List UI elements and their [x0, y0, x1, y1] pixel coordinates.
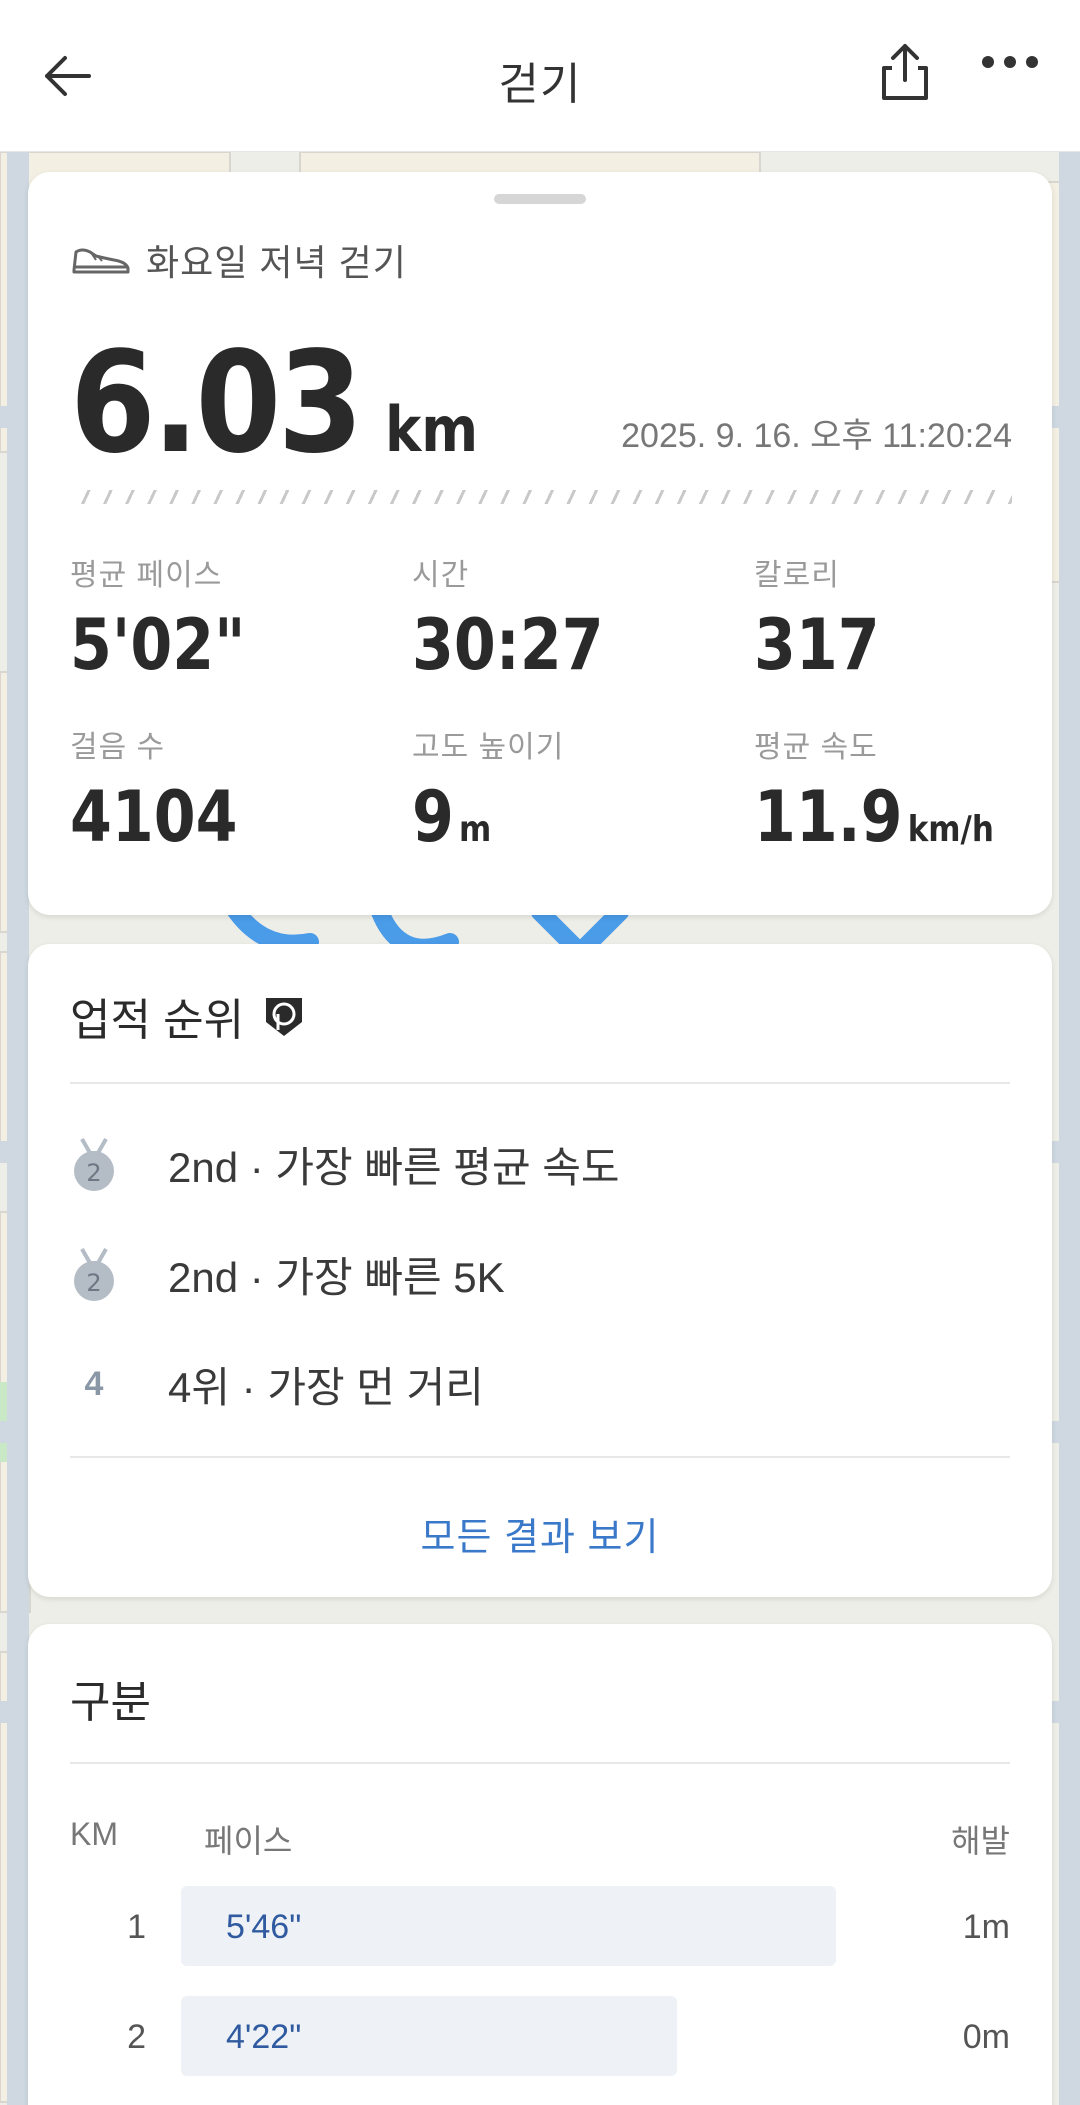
- svg-text:2: 2: [86, 1269, 101, 1297]
- stat-value: 30:27: [412, 604, 604, 686]
- divider: [70, 1082, 1010, 1084]
- more-options-icon[interactable]: [980, 52, 1040, 100]
- split-elevation: 1m: [962, 1908, 1010, 1946]
- hatch-divider: [72, 490, 1012, 504]
- splits-title: 구분: [70, 1678, 151, 1727]
- drag-handle[interactable]: [494, 194, 586, 204]
- split-elevation: 0m: [962, 2018, 1010, 2056]
- stat-value: 9m: [412, 776, 492, 858]
- split-pace: 4'22": [226, 2018, 302, 2056]
- achievement-item[interactable]: 4 4위 · 가장 먼 거리: [70, 1354, 484, 1415]
- stat-avg-pace: 평균 페이스 5'02": [70, 550, 274, 686]
- achievements-title: 업적 순위: [70, 984, 304, 1048]
- achievement-text: 2nd · 가장 빠른 5K: [168, 1254, 505, 1301]
- stat-value: 5'02": [70, 604, 246, 686]
- achievements-card: 업적 순위 2 2nd · 가장 빠른 평균 속도 2 2nd · 가장 빠른 …: [28, 944, 1052, 1597]
- achievement-text: 4위 · 가장 먼 거리: [168, 1364, 484, 1411]
- split-pace: 5'46": [226, 1908, 302, 1946]
- distance-unit: km: [385, 393, 479, 466]
- stat-avg-speed: 평균 속도 11.9 km/h: [754, 722, 1033, 858]
- split-row: 2 4'22" 0m: [28, 1996, 1052, 2080]
- app-bar: 걷기: [0, 0, 1080, 152]
- split-km: 2: [127, 2018, 146, 2056]
- achievement-item[interactable]: 2 2nd · 가장 빠른 5K: [70, 1244, 505, 1305]
- distance-value: 6.03: [70, 322, 363, 485]
- shoe-icon: [72, 248, 130, 274]
- share-icon[interactable]: [880, 42, 940, 108]
- splits-card: 구분 KM 페이스 해발 1 5'46" 1m 2 4'22" 0m: [28, 1624, 1052, 2105]
- stat-value: 317: [754, 604, 880, 686]
- stat-label: 평균 페이스: [70, 559, 223, 592]
- stat-time: 시간 30:27: [412, 550, 635, 686]
- see-all-results-link[interactable]: 모든 결과 보기: [28, 1506, 1052, 1561]
- stat-label: 고도 높이기: [412, 731, 565, 764]
- svg-text:2: 2: [86, 1159, 101, 1187]
- achievement-badge-icon: [266, 998, 303, 1036]
- stat-value: 4104: [70, 776, 238, 858]
- rank-number: 4: [84, 1365, 104, 1403]
- activity-header: 화요일 저녁 걷기: [70, 234, 407, 286]
- stat-elevation-gain: 고도 높이기 9m: [412, 722, 564, 858]
- split-km: 1: [127, 1908, 146, 1946]
- silver-medal-icon: 2: [70, 1137, 118, 1193]
- stat-calories: 칼로리 317: [754, 550, 900, 686]
- stat-label: 칼로리: [754, 559, 840, 592]
- achievement-item[interactable]: 2 2nd · 가장 빠른 평균 속도: [70, 1134, 620, 1195]
- stat-label: 평균 속도: [754, 731, 878, 764]
- stat-label: 시간: [412, 559, 470, 592]
- distance: 6.03 km: [70, 322, 491, 485]
- silver-medal-icon: 2: [70, 1247, 118, 1303]
- stat-value: 11.9 km/h: [754, 776, 994, 858]
- divider: [70, 1456, 1010, 1458]
- stat-steps: 걸음 수 4104: [70, 722, 265, 858]
- stat-label: 걸음 수: [70, 731, 166, 764]
- split-row: 1 5'46" 1m: [28, 1886, 1052, 1970]
- activity-datetime: 2025. 9. 16. 오후 11:20:24: [621, 417, 1012, 455]
- column-header-pace: 페이스: [204, 1823, 293, 1859]
- column-header-km: KM: [70, 1816, 118, 1852]
- column-header-elevation: 해발: [951, 1823, 1010, 1859]
- divider: [70, 1762, 1010, 1764]
- achievement-text: 2nd · 가장 빠른 평균 속도: [168, 1144, 620, 1191]
- activity-summary-card[interactable]: 화요일 저녁 걷기 6.03 km 2025. 9. 16. 오후 11:20:…: [28, 172, 1052, 915]
- activity-name: 화요일 저녁 걷기: [146, 242, 407, 283]
